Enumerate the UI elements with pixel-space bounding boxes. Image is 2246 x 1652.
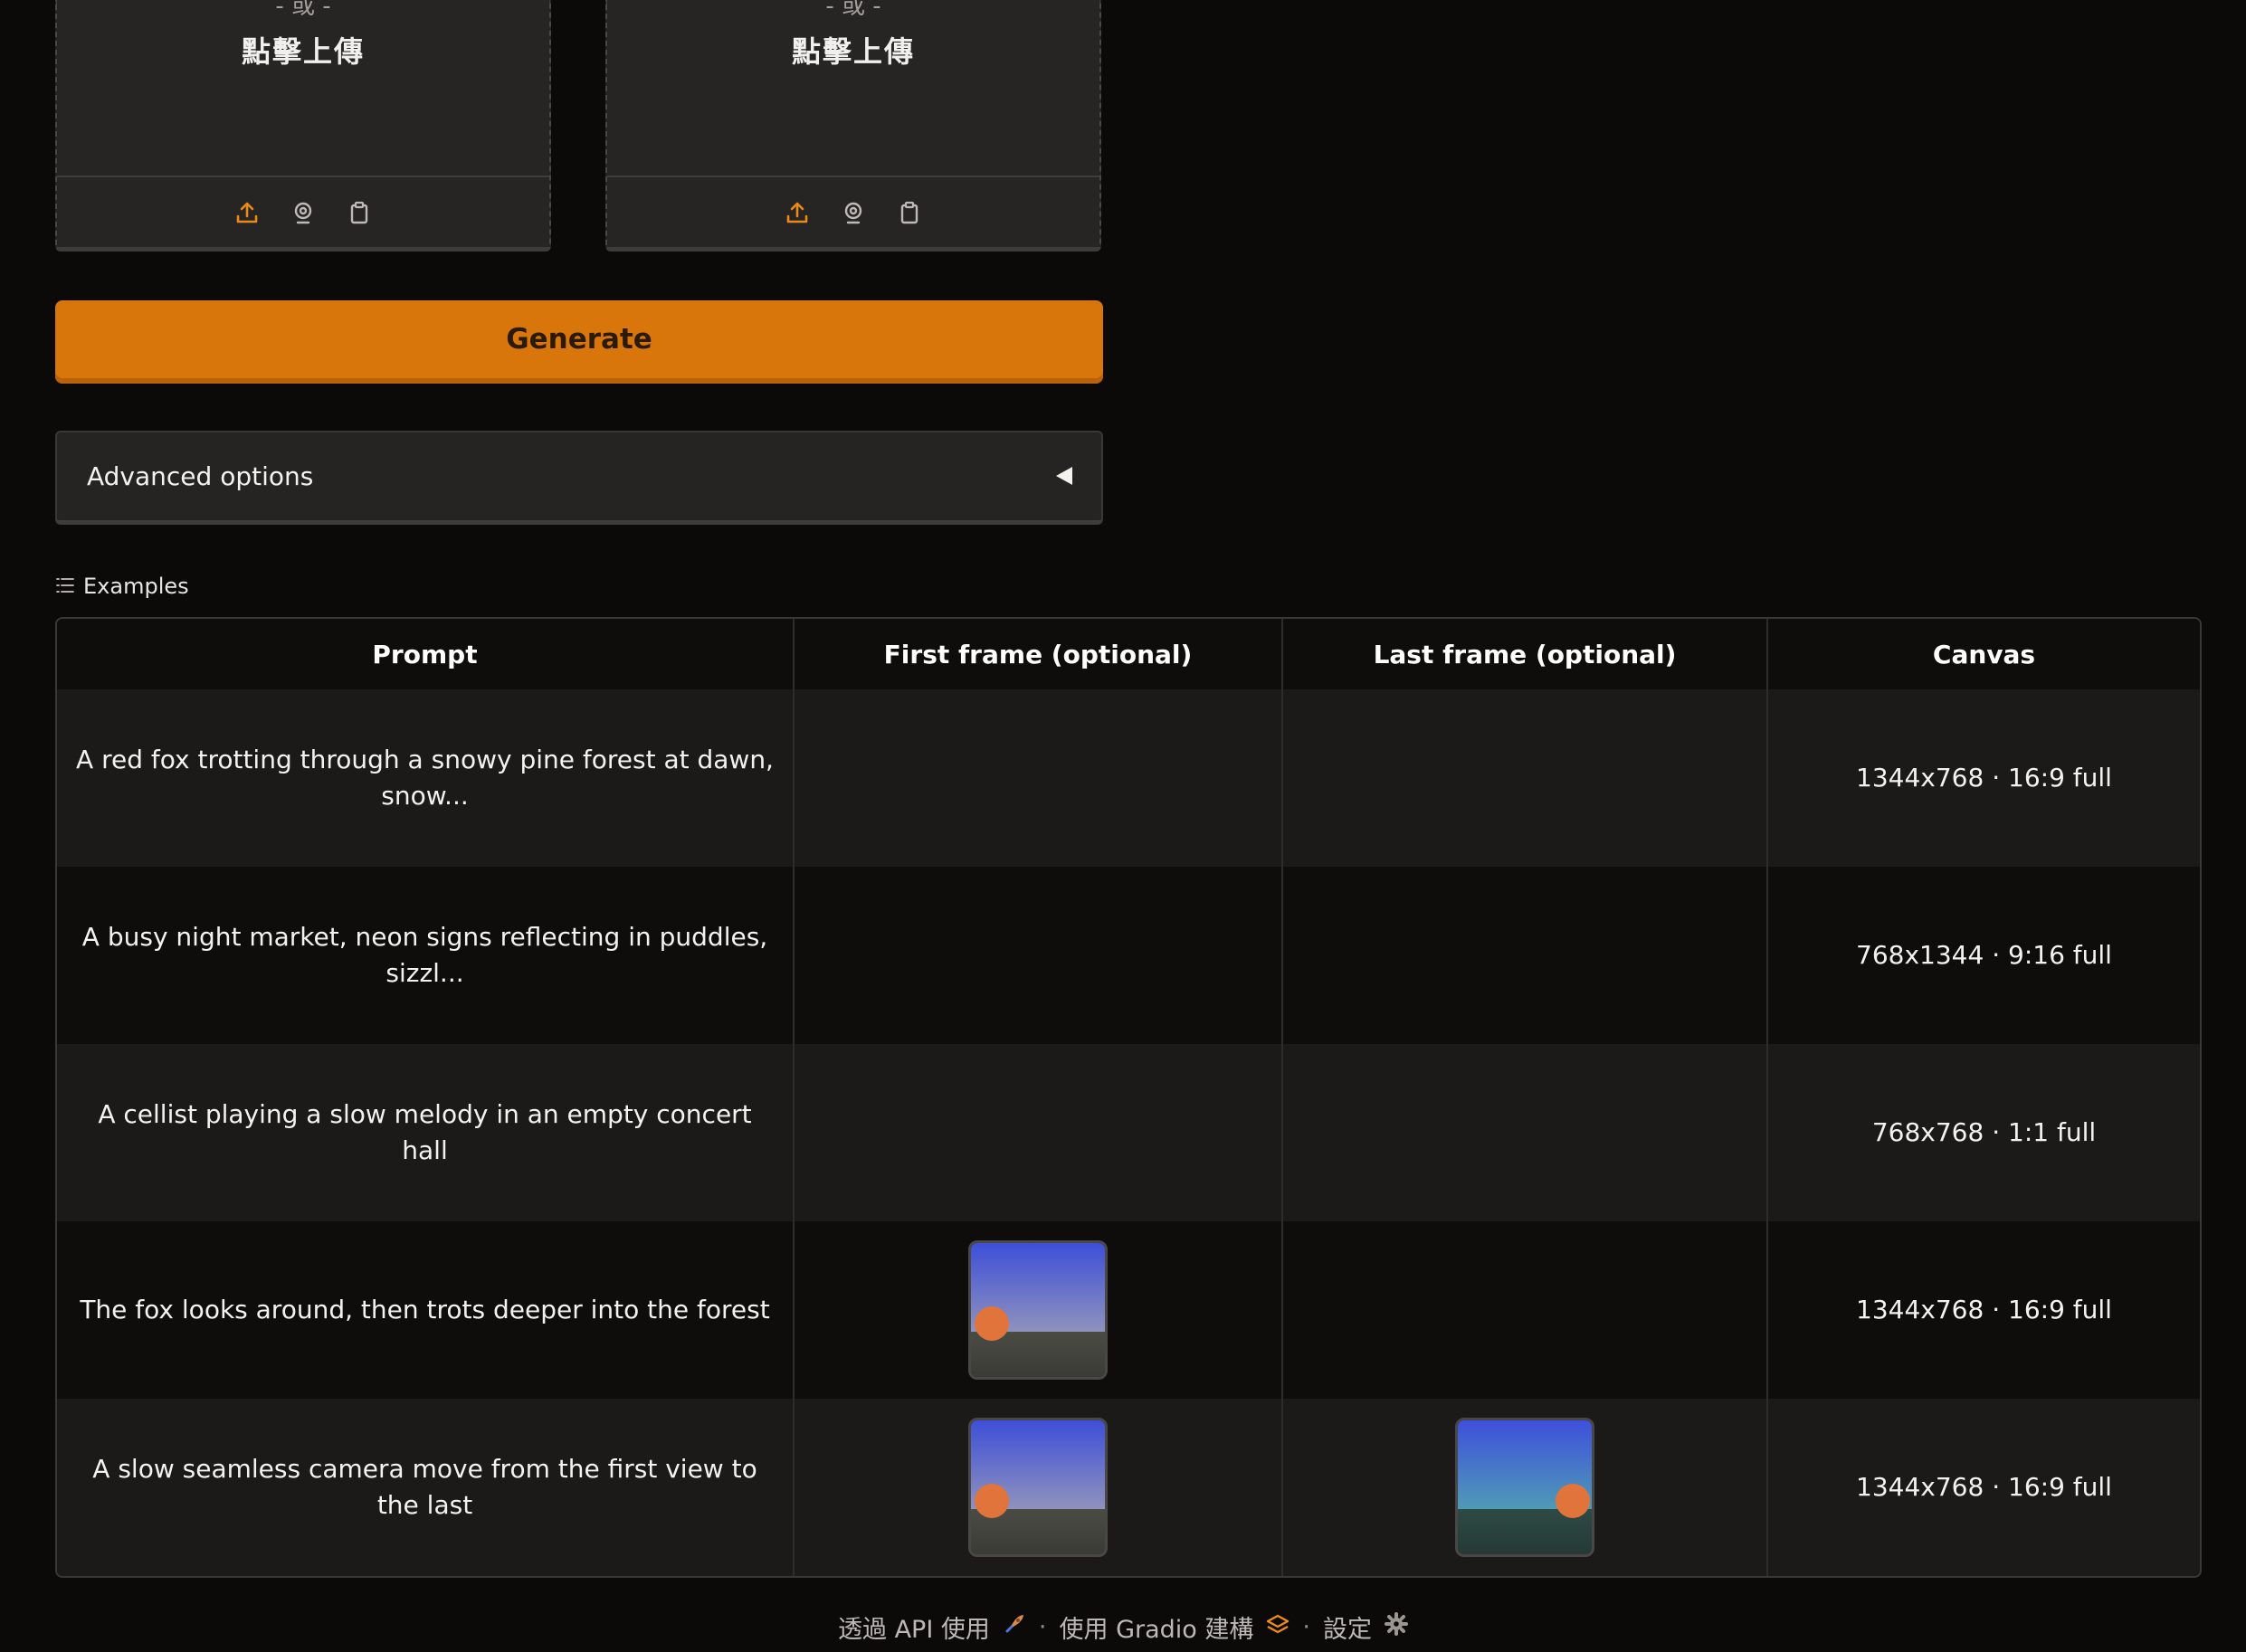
- example-prompt: A red fox trotting through a snowy pine …: [57, 689, 795, 867]
- example-first-frame: [794, 867, 1283, 1044]
- upload-or-text: - 或 -: [275, 0, 331, 20]
- example-last-frame: [1282, 1399, 1768, 1576]
- column-header-first-frame: First frame (optional): [794, 619, 1283, 689]
- webcam-icon[interactable]: [841, 200, 866, 225]
- column-header-last-frame: Last frame (optional): [1282, 619, 1768, 689]
- example-row[interactable]: A busy night market, neon signs reflecti…: [57, 867, 2200, 1044]
- examples-table: Prompt First frame (optional) Last frame…: [55, 617, 2202, 1578]
- example-prompt: A cellist playing a slow melody in an em…: [57, 1044, 795, 1221]
- clipboard-icon[interactable]: [897, 200, 922, 225]
- column-header-canvas: Canvas: [1767, 619, 2200, 689]
- upload-click-text[interactable]: 點擊上傳: [607, 29, 1099, 71]
- upload-icon[interactable]: [785, 200, 810, 225]
- example-row[interactable]: A slow seamless camera move from the fir…: [57, 1399, 2200, 1576]
- example-first-frame: [794, 1044, 1283, 1221]
- examples-header-row: Prompt First frame (optional) Last frame…: [57, 619, 2200, 689]
- upload-or-text: - 或 -: [825, 0, 881, 20]
- footer-gradio-link[interactable]: 使用 Gradio 建構: [1059, 1609, 1253, 1645]
- gear-icon[interactable]: [1384, 1611, 1408, 1642]
- upload-icon[interactable]: [234, 200, 260, 225]
- clipboard-icon[interactable]: [347, 200, 372, 225]
- example-last-frame: [1282, 689, 1768, 867]
- example-first-frame: [794, 1399, 1283, 1576]
- examples-label: Examples: [83, 574, 189, 599]
- webcam-icon[interactable]: [290, 200, 316, 225]
- footer: 透過 API 使用 · 使用 Gradio 建構 · 設定: [0, 1607, 2246, 1647]
- example-canvas: 1344x768 · 16:9 full: [1767, 1221, 2200, 1399]
- first-frame-thumbnail: [968, 1240, 1108, 1380]
- advanced-options-label: Advanced options: [87, 461, 314, 491]
- last-frame-thumbnail: [1455, 1418, 1594, 1557]
- advanced-options-accordion[interactable]: Advanced options: [55, 431, 1103, 525]
- example-row[interactable]: A cellist playing a slow melody in an em…: [57, 1044, 2200, 1221]
- example-canvas: 1344x768 · 16:9 full: [1767, 1399, 2200, 1576]
- upload-click-text[interactable]: 點擊上傳: [57, 29, 549, 71]
- example-prompt: A busy night market, neon signs reflecti…: [57, 867, 795, 1044]
- generate-button[interactable]: Generate: [55, 300, 1103, 384]
- example-row[interactable]: The fox looks around, then trots deeper …: [57, 1221, 2200, 1399]
- example-canvas: 1344x768 · 16:9 full: [1767, 689, 2200, 867]
- example-canvas: 768x768 · 1:1 full: [1767, 1044, 2200, 1221]
- example-canvas: 768x1344 · 9:16 full: [1767, 867, 2200, 1044]
- example-last-frame: [1282, 1044, 1768, 1221]
- column-header-prompt: Prompt: [57, 619, 795, 689]
- upload-source-toolbar: [57, 176, 549, 248]
- caret-left-icon: [1056, 467, 1072, 485]
- examples-header: Examples: [56, 572, 189, 601]
- list-icon: [56, 574, 74, 599]
- example-prompt: The fox looks around, then trots deeper …: [57, 1221, 795, 1399]
- example-row[interactable]: A red fox trotting through a snowy pine …: [57, 689, 2200, 867]
- upload-source-toolbar: [607, 176, 1099, 248]
- example-first-frame: [794, 1221, 1283, 1399]
- footer-separator: ·: [1038, 1612, 1047, 1641]
- gradio-logo-icon: [1266, 1613, 1290, 1641]
- example-prompt: A slow seamless camera move from the fir…: [57, 1399, 795, 1576]
- footer-settings-link[interactable]: 設定: [1323, 1609, 1372, 1645]
- first-frame-upload[interactable]: - 或 - 點擊上傳: [55, 0, 551, 252]
- rocket-icon: [1003, 1612, 1026, 1642]
- last-frame-upload[interactable]: - 或 - 點擊上傳: [605, 0, 1101, 252]
- footer-separator: ·: [1302, 1612, 1310, 1641]
- example-last-frame: [1282, 867, 1768, 1044]
- example-first-frame: [794, 689, 1283, 867]
- first-frame-thumbnail: [968, 1418, 1108, 1557]
- example-last-frame: [1282, 1221, 1768, 1399]
- footer-api-link[interactable]: 透過 API 使用: [838, 1609, 990, 1645]
